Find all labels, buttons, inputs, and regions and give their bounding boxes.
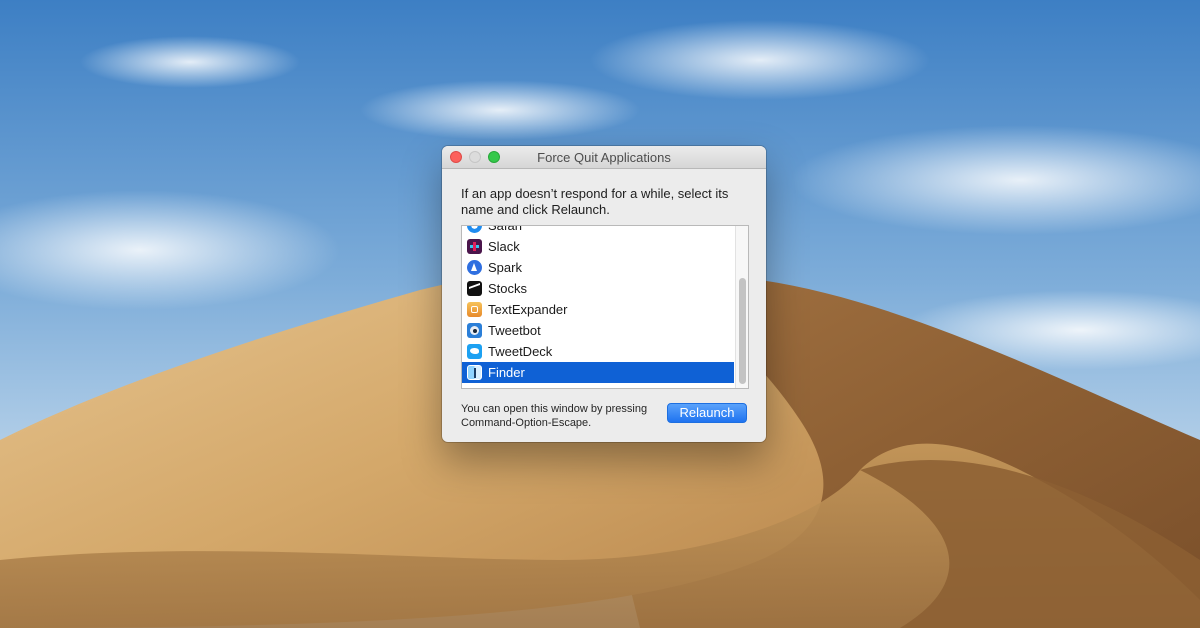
force-quit-window: Force Quit Applications If an app doesn’… — [442, 146, 766, 442]
list-item-safari[interactable]: Safari — [462, 225, 734, 236]
app-list-rows: Safari Slack Spark Stocks TextExpander T… — [462, 225, 734, 383]
title-bar[interactable]: Force Quit Applications — [442, 146, 766, 169]
list-item-slack[interactable]: Slack — [462, 236, 734, 257]
tweetdeck-icon — [467, 344, 482, 359]
list-item-spark[interactable]: Spark — [462, 257, 734, 278]
spark-icon — [467, 260, 482, 275]
list-item-textexpander[interactable]: TextExpander — [462, 299, 734, 320]
instructions-text: If an app doesn’t respond for a while, s… — [461, 186, 729, 217]
stocks-icon — [467, 281, 482, 296]
app-name: TweetDeck — [488, 344, 553, 359]
list-item-finder[interactable]: Finder — [462, 362, 734, 383]
list-item-stocks[interactable]: Stocks — [462, 278, 734, 299]
app-name: Spark — [488, 260, 522, 275]
app-name: Stocks — [488, 281, 528, 296]
app-name: Finder — [488, 365, 525, 380]
app-name: Tweetbot — [488, 323, 541, 338]
slack-icon — [467, 239, 482, 254]
list-item-tweetbot[interactable]: Tweetbot — [462, 320, 734, 341]
finder-icon — [467, 365, 482, 380]
safari-icon — [467, 226, 482, 233]
app-list[interactable]: Safari Slack Spark Stocks TextExpander T… — [461, 225, 749, 389]
list-scrollbar[interactable] — [735, 226, 748, 388]
relaunch-button[interactable]: Relaunch — [667, 403, 747, 423]
window-title: Force Quit Applications — [537, 150, 671, 165]
tweetbot-icon — [467, 323, 482, 338]
app-name: TextExpander — [488, 302, 568, 317]
app-name: Slack — [488, 239, 520, 254]
textexpander-icon — [467, 302, 482, 317]
scroll-thumb[interactable] — [739, 278, 746, 384]
shortcut-hint: You can open this window by pressing Com… — [461, 403, 648, 429]
app-name: Safari — [488, 225, 522, 233]
list-item-tweetdeck[interactable]: TweetDeck — [462, 341, 734, 362]
